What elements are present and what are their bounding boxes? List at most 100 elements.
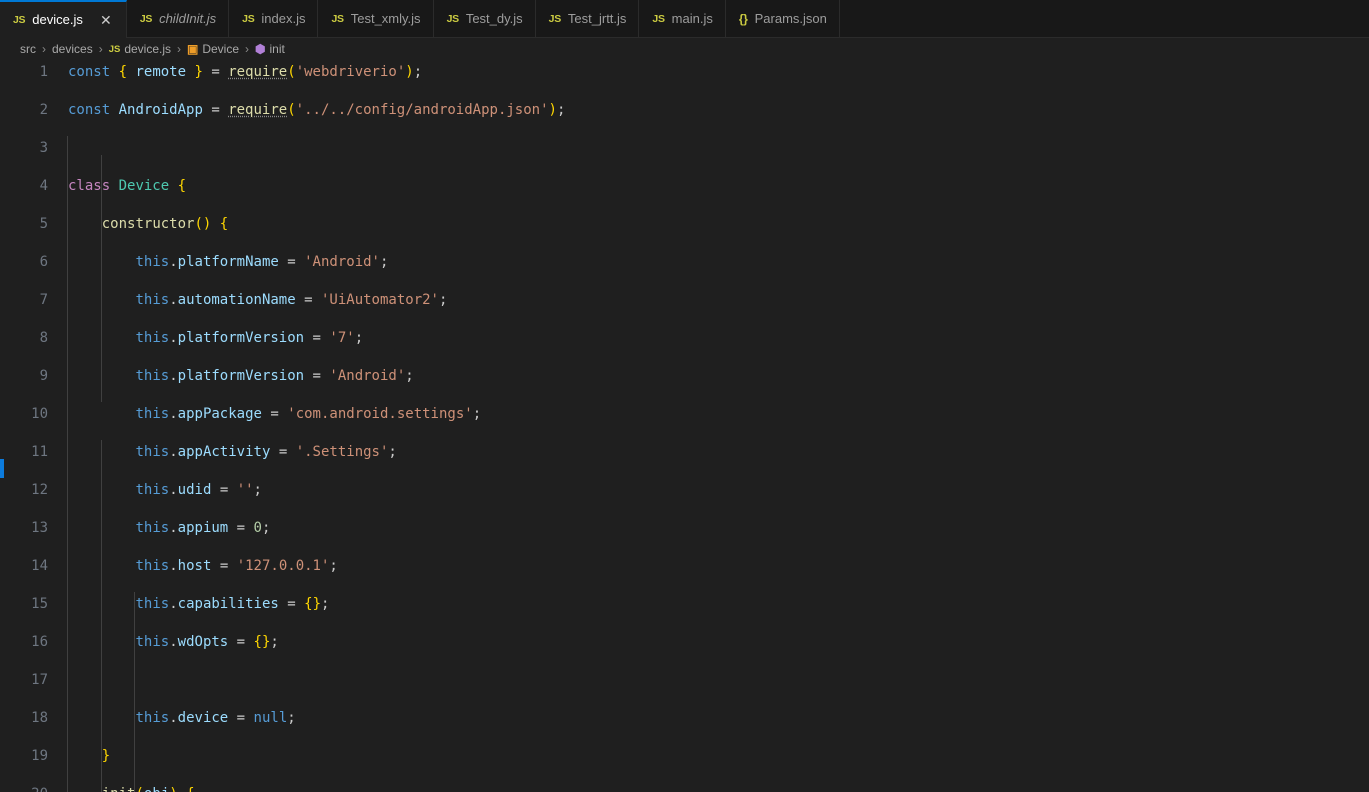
js-file-icon: JS	[242, 12, 255, 25]
breadcrumb-label: devices	[52, 42, 93, 56]
code-line[interactable]: 6 this.platformName = 'Android';	[0, 253, 1369, 272]
code-line[interactable]: 1 const { remote } = require('webdriverio…	[0, 63, 1369, 82]
json-file-icon: {}	[738, 11, 748, 26]
js-file-icon: JS	[548, 12, 562, 25]
code-line[interactable]: 2 const AndroidApp = require('../../confi…	[0, 101, 1369, 120]
breadcrumb-item-init[interactable]: ⬢ init	[253, 42, 287, 56]
code-line[interactable]: 9 this.platformVersion = 'Android';	[0, 367, 1369, 386]
editor-tab-childinit-js[interactable]: JS childInit.js	[126, 0, 230, 37]
code-line[interactable]: 18 this.device = null;	[0, 709, 1369, 728]
breadcrumb: src › devices › JS device.js › ▣ Device › ⬢ init	[0, 38, 1369, 60]
breadcrumb-separator: ›	[42, 42, 46, 56]
breadcrumb-item-device[interactable]: ▣ Device	[185, 42, 241, 56]
editor-tab-label: Params.json	[754, 11, 827, 26]
editor-gutter-decoration	[0, 459, 4, 478]
code-text: this.capabilities = {};	[135, 596, 330, 612]
code-line[interactable]: 4 class Device {	[0, 177, 1369, 196]
code-lines-container[interactable]: 1 const { remote } = require('webdriverio…	[0, 60, 1369, 792]
editor-tab-test-dy-js[interactable]: JS Test_dy.js	[433, 0, 536, 37]
editor-tab-params-json[interactable]: {} Params.json	[725, 0, 840, 37]
code-text: constructor() {	[101, 216, 229, 232]
js-file-icon: JS	[108, 43, 121, 55]
breadcrumb-label: Device	[202, 42, 240, 56]
line-number: 9	[39, 368, 48, 384]
code-line[interactable]: 13 this.appium = 0;	[0, 519, 1369, 538]
code-text: this.udid = '';	[135, 482, 262, 498]
line-number: 12	[31, 482, 48, 498]
code-line[interactable]: 15 this.capabilities = {};	[0, 595, 1369, 614]
code-editor[interactable]: 1 const { remote } = require('webdriverio…	[0, 60, 1369, 792]
js-file-icon: JS	[13, 13, 26, 26]
breadcrumb-label: src	[20, 42, 36, 56]
indent-guide	[100, 155, 102, 402]
line-number: 19	[31, 748, 48, 764]
code-line[interactable]: 17	[0, 671, 1369, 690]
code-text: this.platformVersion = 'Android';	[135, 368, 414, 384]
code-text: class Device {	[68, 178, 187, 194]
indent-guide	[67, 136, 68, 792]
editor-tab-main-js[interactable]: JS main.js	[639, 0, 726, 37]
close-icon[interactable]: ✕	[98, 12, 114, 28]
code-text: const AndroidApp = require('../../config…	[68, 102, 566, 118]
code-line[interactable]: 7 this.automationName = 'UiAutomator2';	[0, 291, 1369, 310]
code-line[interactable]: 11 this.appActivity = '.Settings';	[0, 443, 1369, 462]
breadcrumb-item-devices[interactable]: devices	[50, 42, 95, 56]
line-number: 15	[31, 596, 48, 612]
line-number: 1	[39, 64, 48, 80]
breadcrumb-separator: ›	[98, 42, 103, 56]
editor-tab-label: Test_jrtt.js	[567, 11, 627, 26]
editor-tab-label: Test_dy.js	[465, 11, 523, 26]
breadcrumb-label: device.js	[124, 42, 171, 56]
line-number: 5	[39, 216, 48, 232]
code-text: this.automationName = 'UiAutomator2';	[135, 292, 448, 308]
line-number: 11	[31, 444, 48, 460]
indent-guide	[100, 440, 102, 792]
code-text: this.platformVersion = '7';	[135, 330, 364, 346]
code-line[interactable]: 12 this.udid = '';	[0, 481, 1369, 500]
js-file-icon: JS	[652, 12, 665, 25]
line-number: 6	[39, 254, 48, 270]
line-number: 8	[39, 330, 48, 346]
editor-tab-index-js[interactable]: JS index.js	[229, 0, 319, 37]
breadcrumb-label: init	[269, 42, 285, 56]
editor-tab-test-jrtt-js[interactable]: JS Test_jrtt.js	[535, 0, 640, 37]
js-file-icon: JS	[139, 12, 153, 25]
code-text: }	[101, 748, 111, 764]
editor-tab-label: main.js	[671, 11, 713, 26]
editor-tab-label: Test_xmly.js	[350, 11, 421, 26]
editor-tab-label: index.js	[261, 11, 306, 26]
tab-bar-empty-space	[839, 0, 1369, 37]
line-number: 14	[31, 558, 48, 574]
line-number: 3	[39, 140, 48, 156]
line-number: 16	[31, 634, 48, 650]
code-line[interactable]: 16 this.wdOpts = {};	[0, 633, 1369, 652]
editor-tab-label: device.js	[32, 12, 83, 27]
line-number: 4	[39, 178, 48, 194]
class-icon: ▣	[187, 42, 199, 56]
method-icon: ⬢	[255, 42, 266, 56]
code-text: this.host = '127.0.0.1';	[135, 558, 338, 574]
line-number: 17	[31, 672, 48, 688]
line-number: 13	[31, 520, 48, 536]
code-text: this.appPackage = 'com.android.settings'…	[135, 406, 482, 422]
code-text: this.device = null;	[135, 710, 296, 726]
code-line[interactable]: 14 this.host = '127.0.0.1';	[0, 557, 1369, 576]
code-line[interactable]: 19 }	[0, 747, 1369, 766]
code-line[interactable]: 10 this.appPackage = 'com.android.settin…	[0, 405, 1369, 424]
editor-tab-device-js[interactable]: JS device.js ✕	[0, 0, 127, 38]
line-number: 18	[31, 710, 48, 726]
code-text: this.wdOpts = {};	[135, 634, 279, 650]
editor-tab-bar: JS device.js ✕ JS childInit.js JS index.js JS Te…	[0, 0, 1369, 38]
js-file-icon: JS	[446, 12, 460, 25]
code-text: this.appActivity = '.Settings';	[135, 444, 397, 460]
editor-tab-test-xmly-js[interactable]: JS Test_xmly.js	[318, 0, 434, 37]
code-text: this.appium = 0;	[135, 520, 271, 536]
code-line[interactable]: 8 this.platformVersion = '7';	[0, 329, 1369, 348]
breadcrumb-item-src[interactable]: src	[18, 42, 38, 56]
code-line[interactable]: 3	[0, 139, 1369, 158]
code-line[interactable]: 5 constructor() {	[0, 215, 1369, 234]
editor-tab-label: childInit.js	[159, 11, 217, 26]
line-number: 2	[39, 102, 48, 118]
code-text: this.platformName = 'Android';	[135, 254, 389, 270]
breadcrumb-item-device-js[interactable]: JS device.js	[107, 42, 173, 56]
